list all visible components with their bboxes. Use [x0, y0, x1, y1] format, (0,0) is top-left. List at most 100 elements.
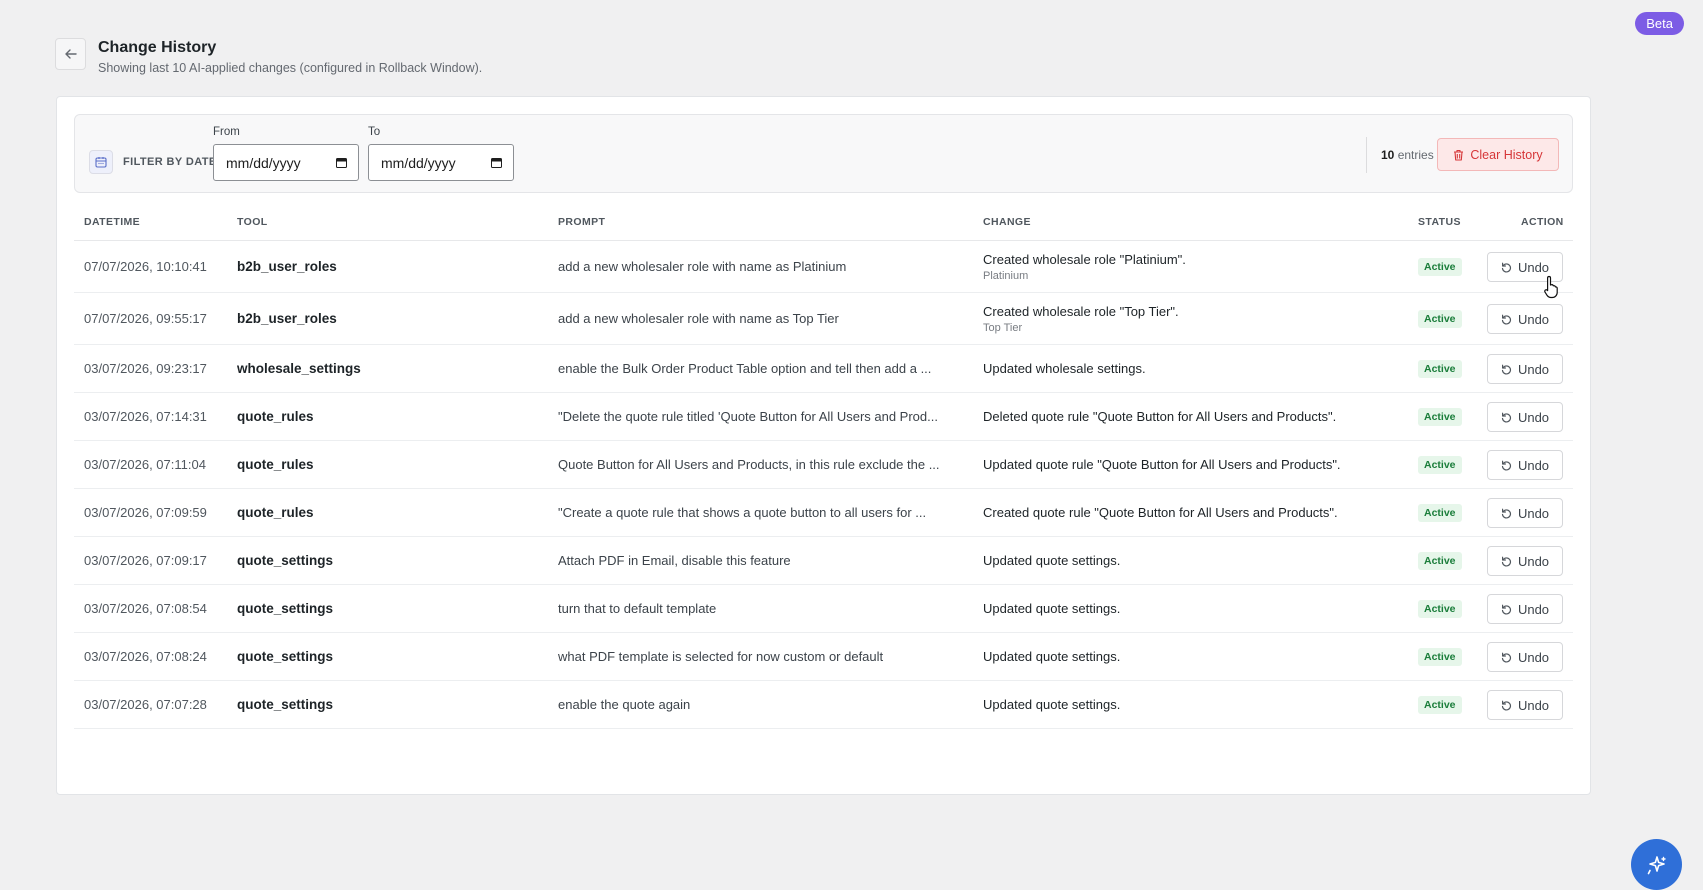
cell-datetime: 03/07/2026, 07:08:54	[84, 601, 207, 616]
undo-icon	[1501, 262, 1511, 272]
undo-label: Undo	[1517, 697, 1550, 713]
change-text: Created quote rule "Quote Button for All…	[983, 505, 1338, 520]
column-header-prompt: PROMPT	[558, 216, 606, 228]
filter-by-date-label: FILTER BY DATE	[123, 156, 217, 168]
undo-button[interactable]: Undo	[1487, 402, 1563, 432]
change-text: Updated quote settings.	[983, 649, 1121, 664]
table-row: 03/07/2026, 07:09:59 quote_rules "Create…	[74, 489, 1573, 537]
entries-count: 10 entries	[1381, 148, 1434, 162]
undo-label: Undo	[1517, 457, 1550, 473]
beta-badge: Beta	[1635, 12, 1684, 35]
column-header-status: STATUS	[1418, 216, 1461, 228]
undo-icon	[1501, 556, 1511, 566]
undo-button[interactable]: Undo	[1487, 304, 1563, 334]
cell-change: Updated quote settings.	[983, 553, 1120, 568]
change-text: Deleted quote rule "Quote Button for All…	[983, 409, 1337, 424]
status-badge: Active	[1418, 648, 1462, 666]
table-row: 07/07/2026, 09:55:17 b2b_user_roles add …	[74, 293, 1573, 345]
cell-datetime: 03/07/2026, 09:23:17	[84, 361, 207, 376]
cell-prompt: "Delete the quote rule titled 'Quote But…	[558, 409, 938, 424]
table-row: 03/07/2026, 07:07:28 quote_settings enab…	[74, 681, 1573, 729]
divider	[1366, 137, 1367, 173]
status-badge: Active	[1418, 310, 1462, 328]
status-badge: Active	[1418, 600, 1462, 618]
ai-assistant-button[interactable]	[1631, 839, 1682, 890]
change-text: Updated wholesale settings.	[983, 361, 1146, 376]
table-row: 03/07/2026, 07:11:04 quote_rules Quote B…	[74, 441, 1573, 489]
status-badge: Active	[1418, 504, 1462, 522]
cell-tool: quote_rules	[237, 409, 314, 424]
back-button[interactable]	[55, 38, 86, 70]
mouse-cursor-icon	[1544, 275, 1558, 299]
column-header-tool: TOOL	[237, 216, 268, 228]
change-text: Updated quote settings.	[983, 697, 1121, 712]
undo-icon	[1501, 700, 1511, 710]
change-subtext: Platinium	[983, 270, 1029, 282]
sparkle-icon	[1647, 855, 1666, 874]
undo-button[interactable]: Undo	[1487, 498, 1563, 528]
from-date-input[interactable]: mm/dd/yyyy	[213, 144, 359, 181]
entries-number: 10	[1381, 148, 1395, 162]
cell-tool: quote_settings	[237, 649, 334, 664]
column-header-action: ACTION	[1521, 216, 1564, 228]
cell-datetime: 03/07/2026, 07:14:31	[84, 409, 207, 424]
undo-label: Undo	[1517, 311, 1550, 327]
to-date-input[interactable]: mm/dd/yyyy	[368, 144, 514, 181]
calendar-icon	[491, 158, 502, 168]
table-row: 03/07/2026, 07:08:24 quote_settings what…	[74, 633, 1573, 681]
clear-history-button[interactable]: Clear History	[1437, 138, 1559, 171]
table-row: 07/07/2026, 10:10:41 b2b_user_roles add …	[74, 241, 1573, 293]
to-date-value: mm/dd/yyyy	[381, 154, 456, 171]
undo-button[interactable]: Undo	[1487, 450, 1563, 480]
cell-tool: quote_settings	[237, 601, 334, 616]
change-text: Updated quote settings.	[983, 601, 1121, 616]
cell-tool: quote_rules	[237, 505, 314, 520]
undo-button[interactable]: Undo	[1487, 642, 1563, 672]
page-title: Change History	[98, 39, 217, 56]
cell-change: Created quote rule "Quote Button for All…	[983, 505, 1338, 520]
status-badge: Active	[1418, 456, 1462, 474]
cell-change: Deleted quote rule "Quote Button for All…	[983, 409, 1336, 424]
trash-icon	[1454, 149, 1464, 161]
undo-button[interactable]: Undo	[1487, 546, 1563, 576]
from-date-value: mm/dd/yyyy	[226, 154, 301, 171]
cell-change: Updated quote settings.	[983, 697, 1120, 712]
change-text: Created wholesale role "Platinium".	[983, 252, 1186, 267]
cell-change: Created wholesale role "Top Tier". Top T…	[983, 304, 1179, 334]
cell-datetime: 03/07/2026, 07:09:17	[84, 553, 207, 568]
cell-prompt: enable the quote again	[558, 697, 691, 712]
cell-change: Created wholesale role "Platinium". Plat…	[983, 252, 1186, 282]
undo-label: Undo	[1517, 553, 1550, 569]
clear-history-label: Clear History	[1470, 147, 1543, 162]
cell-prompt: Quote Button for All Users and Products,…	[558, 457, 940, 472]
status-badge: Active	[1418, 552, 1462, 570]
status-badge: Active	[1418, 360, 1462, 378]
table-row: 03/07/2026, 07:08:54 quote_settings turn…	[74, 585, 1573, 633]
cell-datetime: 07/07/2026, 09:55:17	[84, 311, 207, 326]
table-body: 07/07/2026, 10:10:41 b2b_user_roles add …	[74, 241, 1573, 729]
status-badge: Active	[1418, 258, 1462, 276]
cell-prompt: what PDF template is selected for now cu…	[558, 649, 884, 664]
change-subtext: Top Tier	[983, 322, 1023, 334]
cell-datetime: 07/07/2026, 10:10:41	[84, 259, 207, 274]
cell-tool: quote_rules	[237, 457, 314, 472]
cell-datetime: 03/07/2026, 07:09:59	[84, 505, 207, 520]
undo-label: Undo	[1517, 601, 1550, 617]
calendar-icon	[89, 150, 113, 174]
cell-tool: quote_settings	[237, 553, 334, 568]
cell-change: Updated quote settings.	[983, 601, 1120, 616]
undo-icon	[1501, 508, 1511, 518]
cell-tool: quote_settings	[237, 697, 334, 712]
undo-label: Undo	[1517, 259, 1550, 275]
filter-bar: FILTER BY DATE From mm/dd/yyyy To mm/dd/…	[74, 114, 1573, 193]
status-badge: Active	[1418, 696, 1462, 714]
history-card: FILTER BY DATE From mm/dd/yyyy To mm/dd/…	[56, 96, 1591, 795]
undo-icon	[1501, 364, 1511, 374]
cell-prompt: enable the Bulk Order Product Table opti…	[558, 361, 932, 376]
undo-icon	[1501, 460, 1511, 470]
undo-button[interactable]: Undo	[1487, 354, 1563, 384]
undo-button[interactable]: Undo	[1487, 594, 1563, 624]
change-text: Created wholesale role "Top Tier".	[983, 304, 1179, 319]
arrow-left-icon	[64, 49, 77, 59]
undo-button[interactable]: Undo	[1487, 690, 1563, 720]
